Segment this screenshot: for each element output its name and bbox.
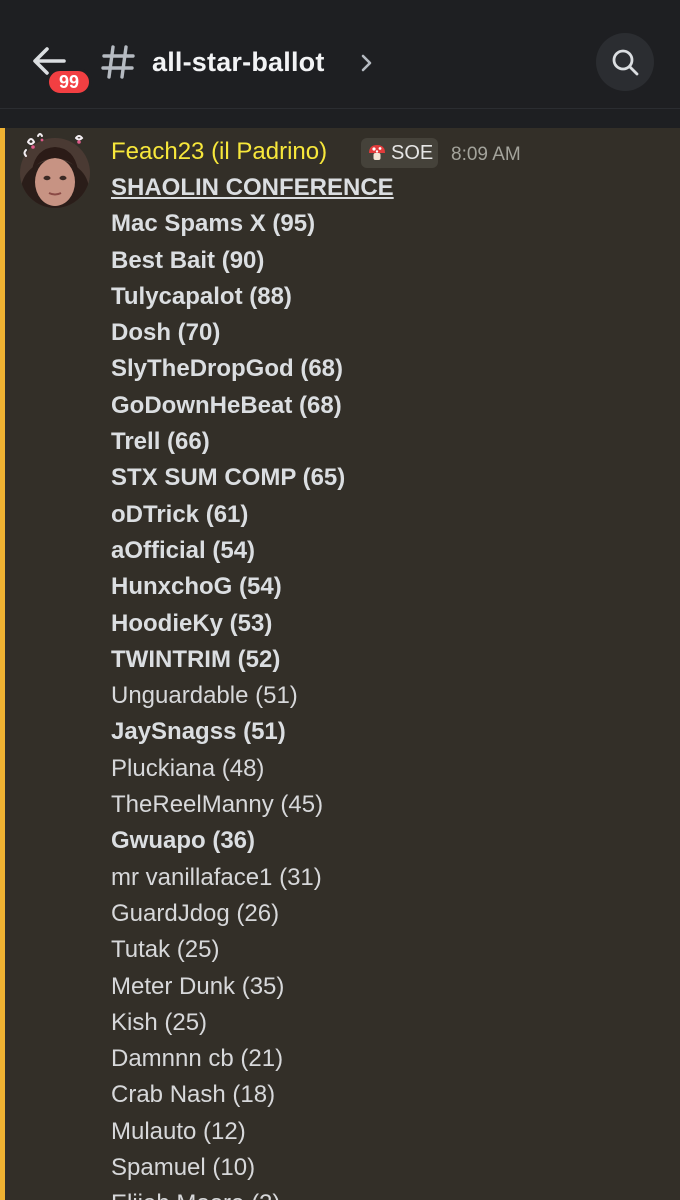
ballot-entry: GuardJdog (26): [111, 899, 280, 927]
ballot-entry: Pluckiana (48): [111, 754, 265, 782]
ballot-entry: Elijah Moore (2): [111, 1186, 671, 1200]
username[interactable]: Feach23 (il Padrino): [111, 136, 327, 168]
ballot-entry: Dosh (70): [111, 319, 221, 347]
ballot-entry: aOfficial (54): [111, 536, 256, 564]
mushroom-icon: [369, 145, 385, 160]
ballot-entry: Mac Spams X (95): [111, 210, 316, 238]
ballot-entry: Best Bait (90): [111, 246, 265, 274]
ballot-entry: HoodieKy (53): [111, 609, 273, 637]
channel-header: 99 all-star-ballot: [0, 0, 680, 109]
ballot-entry: Mulauto (12): [111, 1117, 246, 1145]
ballot-entry: Crab Nash (18): [111, 1081, 276, 1109]
role-tag-label: SOE: [391, 142, 434, 164]
ballot-entry: oDTrick (61): [111, 500, 249, 528]
ballot-entry: SlyTheDropGod (68): [111, 355, 344, 383]
message-content: SHAOLIN CONFERENCE Mac Spams X (95) Best …: [111, 170, 671, 1200]
ballot-entry: TheReelManny (45): [111, 791, 324, 819]
ballot-entry: Tulycapalot (88): [111, 282, 292, 310]
search-icon: [612, 49, 639, 76]
ballot-entry: GoDownHeBeat (68): [111, 391, 342, 419]
ballot-entry: Kish (25): [111, 1008, 208, 1036]
role-tag[interactable]: SOE: [361, 138, 438, 168]
ballot-entry: HunxchoG (54): [111, 573, 282, 601]
ballot-entry: JaySnagss (51): [111, 718, 286, 746]
chevron-right-icon[interactable]: [358, 52, 374, 74]
channel-name[interactable]: all-star-ballot: [152, 42, 325, 82]
ballot-entry: Damnnn cb (21): [111, 1045, 284, 1073]
ballot-entry: Spamuel (10): [111, 1154, 256, 1182]
ballot-entry: Unguardable (51): [111, 682, 298, 710]
timestamp: 8:09 AM: [451, 144, 521, 165]
ballot-list: Mac Spams X (95) Best Bait (90) Tulycapalo…: [111, 206, 671, 1200]
message-list[interactable]: Feach23 (il Padrino) SOE 8:09 AM SHAOLIN…: [0, 128, 680, 1200]
message-header: Feach23 (il Padrino) SOE 8:09 AM: [111, 136, 671, 170]
ballot-entry: STX SUM COMP (65): [111, 464, 346, 492]
search-button[interactable]: [596, 33, 654, 91]
hash-icon: [101, 45, 135, 79]
ballot-entry: mr vanillaface1 (31): [111, 863, 322, 891]
ballot-entry: Trell (66): [111, 428, 210, 456]
avatar[interactable]: [20, 133, 90, 208]
mention-highlight-bar: [0, 128, 5, 1200]
ballot-entry: Gwuapo (36): [111, 827, 256, 855]
unread-badge: 99: [46, 68, 92, 96]
ballot-entry: TWINTRIM (52): [111, 645, 281, 673]
conference-title: SHAOLIN CONFERENCE: [111, 174, 394, 201]
ballot-entry: Meter Dunk (35): [111, 972, 285, 1000]
ballot-entry: Tutak (25): [111, 936, 220, 964]
